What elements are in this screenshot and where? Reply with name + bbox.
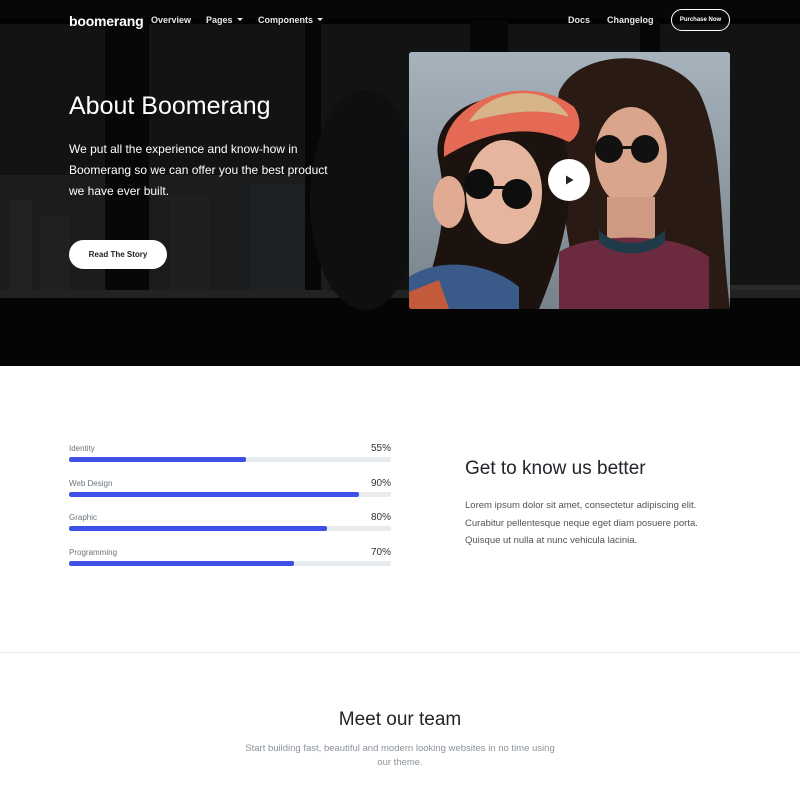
nav-link-label: Docs <box>568 15 591 25</box>
hero-title: About Boomerang <box>69 92 271 120</box>
progress-fill <box>69 491 359 497</box>
skill-label: Programming <box>69 547 118 557</box>
nav-link-label: Changelog <box>607 15 654 25</box>
about-title: Get to know us better <box>465 458 646 479</box>
progress-track <box>69 457 391 462</box>
nav-link-pages[interactable]: Pages <box>206 15 243 25</box>
nav-link-overview[interactable]: Overview <box>151 15 191 25</box>
about-description: Lorem ipsum dolor sit amet, consectetur … <box>465 500 698 546</box>
nav-link-changelog[interactable]: Changelog <box>607 15 654 25</box>
skill-percent: 70% <box>370 546 391 558</box>
skill-progress-item: Identity 55% <box>69 443 391 474</box>
skill-label: Web Design <box>69 478 113 488</box>
skill-percent: 80% <box>370 512 391 523</box>
skill-progress-item: Web Design 90% <box>69 477 391 509</box>
skill-percent: 90% <box>370 477 391 489</box>
skills-section: Identity 55% Web Design 90% Graphic 80% Progra… <box>0 366 800 652</box>
nav-link-components[interactable]: Components <box>258 15 323 25</box>
progress-track <box>69 491 391 497</box>
purchase-now-button[interactable]: Purchase Now <box>671 9 730 31</box>
team-subtitle: Start building fast, beautiful and moder… <box>245 743 555 768</box>
skill-label: Identity <box>69 444 95 453</box>
read-the-story-button[interactable]: Read The Story <box>69 240 167 269</box>
team-title: Meet our team <box>338 709 462 730</box>
nav-link-docs[interactable]: Docs <box>568 15 590 25</box>
nav-link-label: Pages <box>206 15 233 25</box>
progress-track <box>69 560 391 566</box>
play-icon <box>566 175 574 185</box>
nav-link-label: Components <box>258 15 313 25</box>
brand-logo[interactable]: boomerang <box>69 13 144 29</box>
progress-fill <box>69 560 295 566</box>
top-navbar: boomerang Overview Pages Components Docs… <box>0 0 800 40</box>
chevron-down-icon <box>317 18 323 21</box>
progress-track <box>69 526 391 531</box>
hero-description: We put all the experience and know-how i… <box>69 142 328 198</box>
hero-section: boomerang Overview Pages Components Docs… <box>0 0 800 366</box>
skill-label: Graphic <box>69 513 98 522</box>
skill-progress-item: Programming 70% <box>69 546 391 578</box>
nav-link-label: Overview <box>151 15 192 25</box>
progress-fill <box>69 526 327 531</box>
progress-fill <box>69 457 247 462</box>
skill-percent: 55% <box>370 443 391 454</box>
section-divider <box>0 652 800 653</box>
chevron-down-icon <box>236 18 243 21</box>
play-button[interactable] <box>548 159 590 201</box>
skill-progress-item: Graphic 80% <box>69 512 391 543</box>
